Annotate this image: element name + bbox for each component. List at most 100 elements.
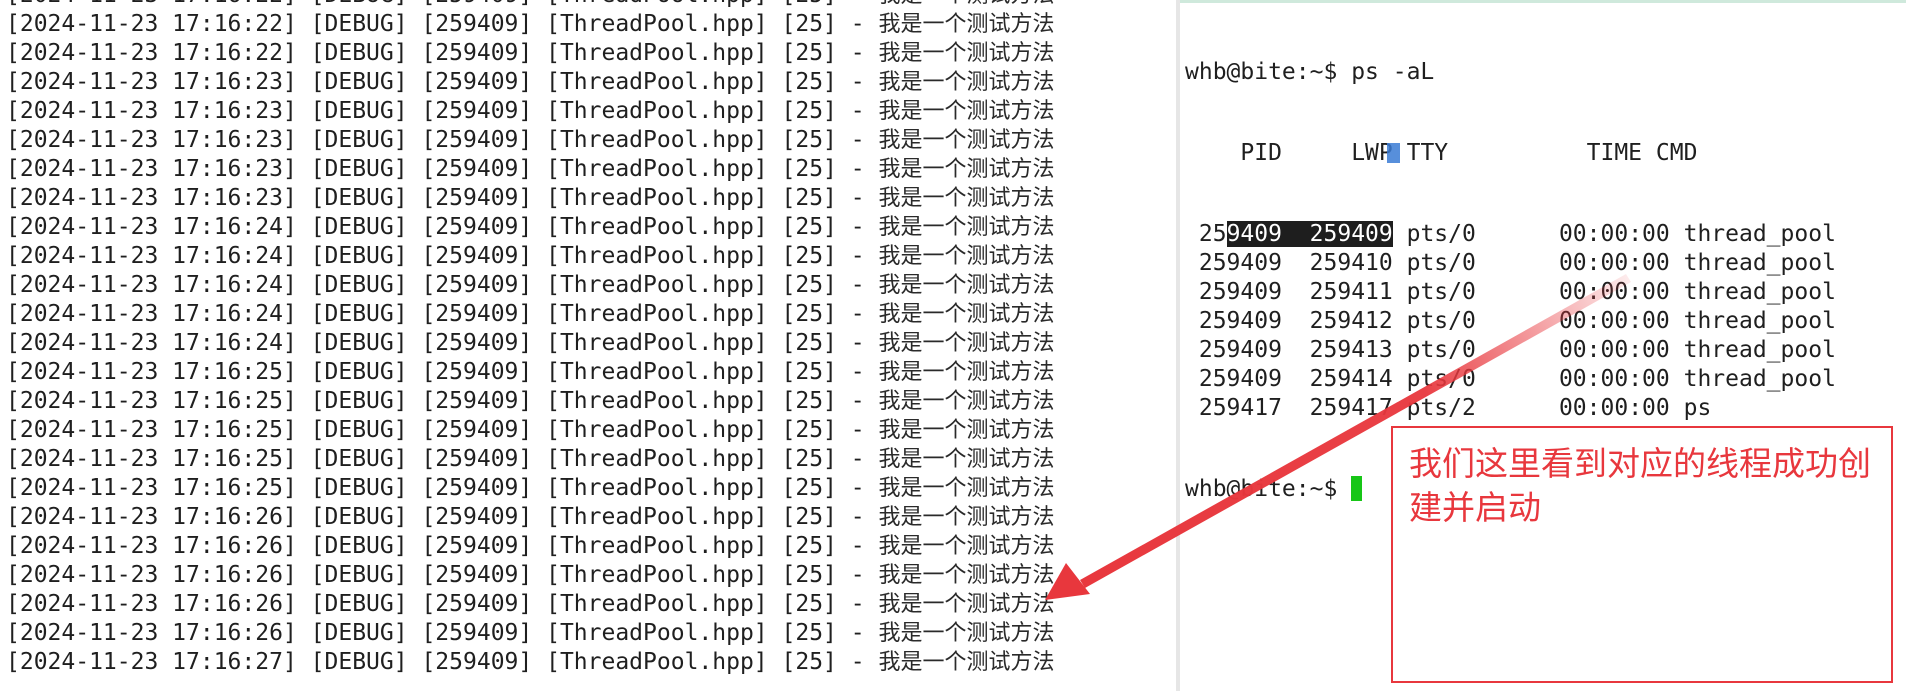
log-message: 我是一个测试方法 [878,650,1055,675]
block-cursor-icon [1351,476,1363,501]
log-file: [ThreadPool.hpp] [546,533,768,559]
ps-pid: 259409 [1198,279,1282,305]
log-lines: [2024-11-23 17:16:22] [DEBUG] [259409] [… [6,0,1055,677]
log-pid: [259409] [421,649,533,675]
log-line: [2024-11-23 17:16:23] [DEBUG] [259409] [… [6,97,1055,126]
ps-lwp: 259412 [1309,308,1393,334]
log-timestamp: [2024-11-23 17:16:26] [6,533,297,559]
log-separator: - [850,127,865,153]
log-level: [DEBUG] [311,0,408,8]
prompt: whb@bite:~$ [1185,476,1338,502]
log-timestamp: [2024-11-23 17:16:25] [6,417,297,443]
log-pid: [259409] [421,475,533,501]
log-separator: - [850,475,865,501]
log-timestamp: [2024-11-23 17:16:24] [6,214,297,240]
ps-tty: pts/0 [1406,250,1476,276]
ps-row: 259409 259409 pts/0 00:00:00 thread_pool [1185,220,1836,249]
log-separator: - [850,301,865,327]
ps-time: 00:00:00 [1558,250,1670,276]
log-timestamp: [2024-11-23 17:16:26] [6,620,297,646]
log-level: [DEBUG] [310,475,408,501]
log-line-number: [25] [781,156,837,182]
log-file: [ThreadPool.hpp] [546,40,768,66]
ps-lwp: 259410 [1309,250,1393,276]
ps-cmd: ps [1683,395,1712,421]
log-pid: [259409] [421,620,533,646]
log-line: [2024-11-23 17:16:25] [DEBUG] [259409] [… [6,387,1055,416]
log-file: [ThreadPool.hpp] [546,69,768,95]
ps-header-row: PID LWP TTY TIME CMD [1185,139,1836,168]
ps-time: 00:00:00 [1558,337,1670,363]
ps-lwp: 259409 [1309,221,1393,247]
log-pid: [259409] [421,591,533,617]
log-level: [DEBUG] [310,185,408,211]
log-file: [ThreadPool.hpp] [546,11,768,37]
ps-time: 00:00:00 [1558,221,1670,247]
log-separator: - [850,69,865,95]
ps-pid: 259417 [1198,395,1282,421]
log-separator: - [850,504,865,530]
log-message: 我是一个测试方法 [878,0,1054,8]
log-file: [ThreadPool.hpp] [546,243,768,269]
log-timestamp: [2024-11-23 17:16:24] [6,272,297,298]
log-timestamp: [2024-11-23 17:16:24] [6,243,297,269]
log-file: [ThreadPool.hpp] [546,388,768,414]
log-level: [DEBUG] [310,649,408,675]
ps-pid: 259409 [1198,308,1282,334]
log-line: [2024-11-23 17:16:26] [DEBUG] [259409] [… [6,619,1055,648]
ps-cmd: thread_pool [1683,308,1836,334]
ps-time: 00:00:00 [1558,308,1670,334]
ps-row: 259417 259417 pts/2 00:00:00 ps [1185,394,1836,423]
log-line: [2024-11-23 17:16:24] [DEBUG] [259409] [… [6,213,1055,242]
log-line-number: [25] [781,388,837,414]
ps-lwp: 259414 [1309,366,1393,392]
log-separator: - [850,533,865,559]
header-time: TIME [1586,140,1643,166]
log-pid: [259409] [421,359,533,385]
ps-pid: 259409 [1198,250,1282,276]
log-level: [DEBUG] [310,417,408,443]
log-message: 我是一个测试方法 [878,186,1055,211]
ps-cmd: thread_pool [1683,366,1836,392]
log-file: [ThreadPool.hpp] [546,562,768,588]
log-separator: - [850,591,865,617]
log-line: [2024-11-23 17:16:25] [DEBUG] [259409] [… [6,474,1055,503]
log-pid: [259409] [421,533,533,559]
log-line-number: [25] [781,301,837,327]
ps-time: 00:00:00 [1558,395,1670,421]
log-separator: - [850,388,865,414]
text-cursor-icon [1386,143,1400,163]
log-separator: - [850,562,865,588]
log-message: 我是一个测试方法 [878,331,1055,356]
log-file: [ThreadPool.hpp] [546,0,768,8]
command-text: ps -aL [1351,59,1435,85]
log-level: [DEBUG] [310,40,408,66]
log-line-number: [25] [781,446,837,472]
log-file: [ThreadPool.hpp] [546,330,768,356]
log-separator: - [850,330,865,356]
ps-row: 259409 259414 pts/0 00:00:00 thread_pool [1185,365,1836,394]
log-timestamp: [2024-11-23 17:16:23] [6,185,297,211]
log-line: [2024-11-23 17:16:25] [DEBUG] [259409] [… [6,416,1055,445]
log-pid: [259409] [421,127,533,153]
log-file: [ThreadPool.hpp] [546,272,768,298]
log-message: 我是一个测试方法 [878,41,1055,66]
log-separator: - [850,649,865,675]
log-separator: - [850,446,865,472]
log-line-number: [25] [781,533,837,559]
log-level: [DEBUG] [310,620,408,646]
log-line: [2024-11-23 17:16:27] [DEBUG] [259409] [… [6,648,1055,677]
log-file: [ThreadPool.hpp] [546,98,768,124]
log-pid: [259409] [421,301,533,327]
log-line-number: [25] [781,272,837,298]
ps-cmd: thread_pool [1683,221,1836,247]
log-output-pane[interactable]: [2024-11-23 17:16:22] [DEBUG] [259409] [… [0,0,1170,691]
header-cmd: CMD [1655,140,1698,166]
log-line-number: [25] [781,562,837,588]
log-level: [DEBUG] [310,591,408,617]
ps-row: 259409 259411 pts/0 00:00:00 thread_pool [1185,278,1836,307]
log-pid: [259409] [421,98,533,124]
log-timestamp: [2024-11-23 17:16:26] [6,504,297,530]
log-message: 我是一个测试方法 [878,476,1055,501]
log-pid: [259409] [421,185,533,211]
